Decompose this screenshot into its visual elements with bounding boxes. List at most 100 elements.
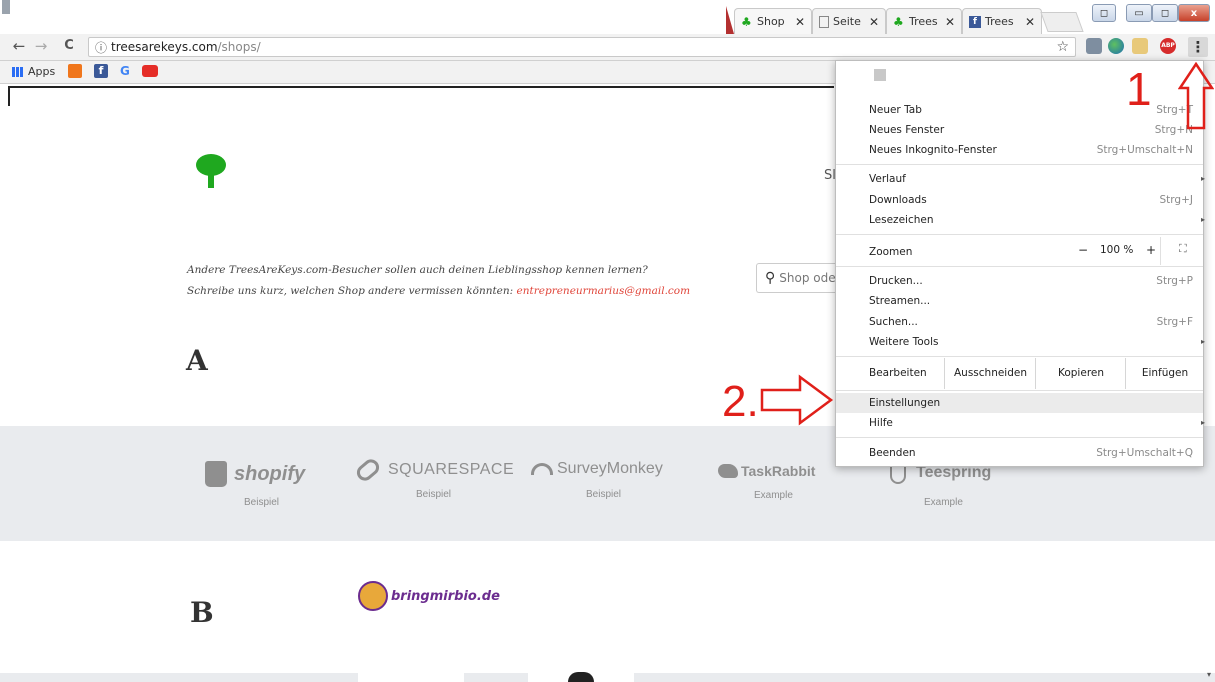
shop-logo-bringmirbio[interactable]: bringmirbio.de	[358, 581, 500, 611]
new-tab-button[interactable]	[1040, 12, 1084, 32]
menu-item-print[interactable]: Drucken... Strg+P	[836, 271, 1203, 291]
menu-divider	[836, 390, 1203, 391]
info-icon[interactable]: ⓘ	[95, 39, 107, 56]
search-icon: ⚲	[765, 270, 776, 286]
google-bookmark-icon[interactable]: G	[120, 64, 130, 78]
close-icon[interactable]: ✕	[945, 15, 955, 29]
chevron-right-icon: ▸	[1200, 174, 1205, 183]
menu-item-exit[interactable]: Beenden Strg+Umschalt+Q	[836, 443, 1203, 463]
bookmark-orange-icon[interactable]	[68, 64, 82, 78]
puzzle-extension-icon[interactable]	[1132, 38, 1148, 54]
scroll-down-icon[interactable]: ▾	[1207, 670, 1211, 679]
shop-card[interactable]	[358, 673, 464, 682]
menu-item-settings[interactable]: Einstellungen	[836, 393, 1203, 413]
zoom-out-button[interactable]: −	[1078, 243, 1088, 257]
shop-search-input[interactable]: ⚲ Shop ode	[756, 263, 836, 293]
menu-divider	[836, 234, 1203, 235]
adblock-icon[interactable]: ABP	[1160, 38, 1176, 54]
close-icon[interactable]: ✕	[1025, 15, 1035, 29]
back-button[interactable]: ←	[10, 37, 28, 55]
annotation-arrow-right	[760, 374, 834, 426]
menu-shortcut: Strg+Umschalt+Q	[1096, 447, 1193, 459]
tab-seite[interactable]: Seite ✕	[812, 8, 886, 34]
cut-button[interactable]: Ausschneiden	[944, 358, 1036, 389]
bookmark-apps[interactable]: Apps	[28, 65, 55, 78]
fullscreen-icon[interactable]: ⛶	[1179, 242, 1187, 256]
menu-label: Beenden	[869, 447, 916, 459]
zoom-value: 100 %	[1100, 244, 1134, 256]
forward-button[interactable]: →	[32, 37, 50, 55]
shopping-bag-icon	[205, 461, 227, 487]
copy-button[interactable]: Kopieren	[1035, 358, 1126, 389]
tab-trees-2[interactable]: f Trees ✕	[962, 8, 1042, 34]
reload-button[interactable]: C	[60, 37, 78, 55]
menu-item-new-window[interactable]: Neues Fenster Strg+N	[836, 120, 1203, 140]
menu-label: Zoomen	[869, 246, 913, 258]
menu-item-find[interactable]: Suchen... Strg+F	[836, 312, 1203, 332]
chrome-menu-button[interactable]: ⋮	[1188, 37, 1208, 57]
page-top-border	[8, 86, 834, 88]
close-icon: x	[1190, 7, 1198, 19]
annotation-step-1: 1	[1126, 63, 1152, 115]
annotation-step-2: 2.	[722, 377, 759, 426]
youtube-bookmark-icon[interactable]	[142, 65, 158, 77]
menu-label: Weitere Tools	[869, 336, 939, 348]
close-icon[interactable]: ✕	[869, 15, 879, 29]
menu-item-history[interactable]: Verlauf ▸	[836, 169, 1205, 189]
menu-divider	[836, 356, 1203, 357]
menu-divider	[836, 164, 1203, 165]
more-vert-icon: ⋮	[1190, 38, 1206, 56]
profile-button[interactable]: ◻	[1092, 4, 1116, 22]
shop-logo-squarespace[interactable]: SQUARESPACE	[353, 456, 514, 484]
menu-label: Suchen...	[869, 316, 918, 328]
tab-trees-1[interactable]: ♣ Trees ✕	[886, 8, 962, 34]
menu-item-bookmarks[interactable]: Lesezeichen ▸	[836, 210, 1205, 230]
tab-shop[interactable]: ♣ Shop ✕	[734, 8, 812, 34]
menu-divider	[836, 266, 1203, 267]
page-left-border	[8, 86, 10, 106]
shop-caption: Example	[924, 497, 963, 508]
shop-name: shopify	[234, 462, 306, 485]
menu-label: Bearbeiten	[869, 367, 927, 379]
shop-logo-surveymonkey[interactable]: SurveyMonkey	[531, 460, 663, 478]
window-edge	[2, 0, 10, 14]
shop-logo-shopify[interactable]: shopify	[205, 461, 305, 487]
intro-text: Schreibe uns kurz, welchen Shop andere v…	[187, 285, 517, 297]
intro-line-2: Schreibe uns kurz, welchen Shop andere v…	[187, 285, 690, 297]
zoom-in-button[interactable]: +	[1146, 243, 1156, 257]
close-icon[interactable]: ✕	[795, 15, 805, 29]
menu-label: Hilfe	[869, 417, 893, 429]
page-icon	[819, 15, 829, 28]
search-placeholder: Shop ode	[779, 271, 836, 285]
maximize-button[interactable]: ◻	[1152, 4, 1178, 22]
menu-item-incognito[interactable]: Neues Inkognito-Fenster Strg+Umschalt+N	[836, 140, 1203, 160]
menu-label: Verlauf	[869, 173, 906, 185]
minimize-button[interactable]: ▭	[1126, 4, 1152, 22]
menu-item-downloads[interactable]: Downloads Strg+J	[836, 190, 1203, 210]
tab-title: Shop	[757, 15, 785, 28]
star-icon[interactable]: ☆	[1056, 39, 1069, 55]
section-heading-a: A	[186, 344, 208, 377]
facebook-bookmark-icon[interactable]: f	[94, 64, 108, 78]
menu-shortcut: Strg+J	[1159, 194, 1193, 206]
shop-logo-taskrabbit[interactable]: TaskRabbit	[718, 463, 815, 479]
shop-name: TaskRabbit	[741, 463, 816, 479]
menu-item-help[interactable]: Hilfe ▸	[836, 413, 1205, 433]
shop-name: bringmirbio.de	[391, 588, 500, 604]
chevron-right-icon: ▸	[1200, 215, 1205, 224]
shop-name: SurveyMonkey	[557, 460, 663, 477]
email-link[interactable]: entrepreneurmarius@gmail.com	[517, 285, 691, 297]
address-bar[interactable]: ⓘ treesarekeys.com/shops/ ☆	[88, 37, 1076, 57]
chevron-right-icon: ▸	[1200, 418, 1205, 427]
globe-extension-icon[interactable]	[1108, 38, 1124, 54]
paste-button[interactable]: Einfügen	[1125, 358, 1204, 389]
shop-logo-partial	[568, 672, 594, 682]
close-window-button[interactable]: x	[1178, 4, 1210, 22]
menu-divider	[836, 437, 1203, 438]
extension-placeholder-icon[interactable]	[874, 69, 886, 81]
tree-logo-icon[interactable]	[194, 152, 228, 193]
shop-caption: Example	[754, 490, 793, 501]
menu-item-more-tools[interactable]: Weitere Tools ▸	[836, 332, 1205, 352]
menu-item-cast[interactable]: Streamen...	[836, 291, 1203, 311]
code-extension-icon[interactable]	[1086, 38, 1102, 54]
